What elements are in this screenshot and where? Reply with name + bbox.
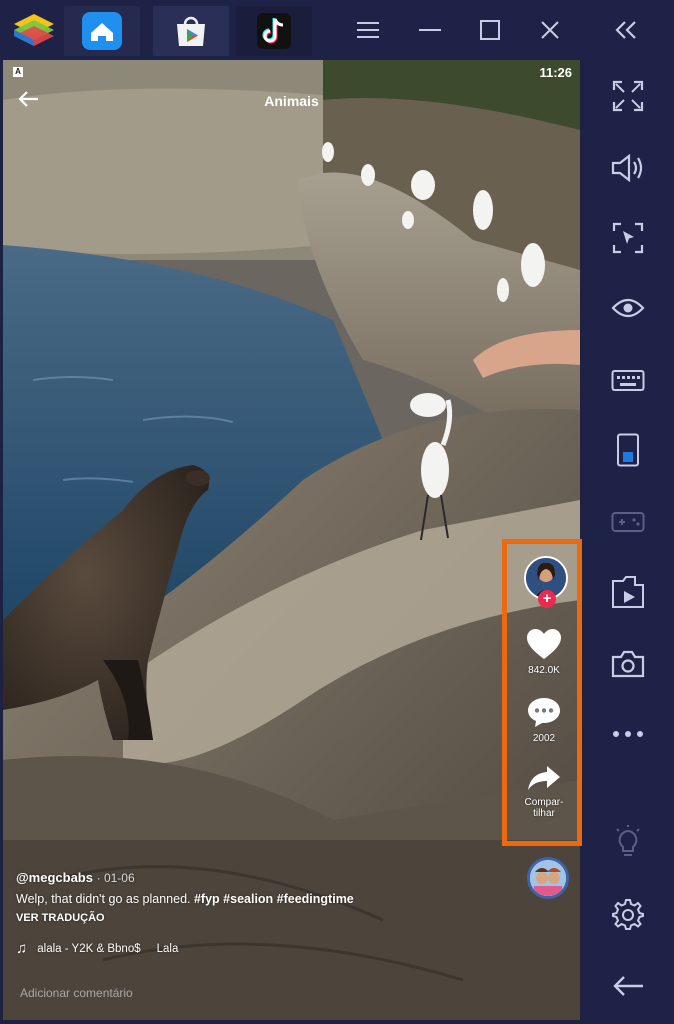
tab-home[interactable] [64,6,140,56]
caption-text: Welp, that didn't go as planned. [16,892,194,906]
maximize-button[interactable] [470,10,510,50]
comment-bubble-icon [528,698,560,727]
more-button[interactable] [608,714,648,754]
media-folder-icon [612,576,644,608]
tab-tiktok[interactable] [236,6,312,56]
minimize-icon [419,29,441,31]
volume-icon [611,154,643,182]
username[interactable]: @megcbabs [16,870,93,885]
music-disc-icon [530,860,566,896]
follow-button[interactable]: + [538,590,556,608]
gamepad-icon [611,512,645,532]
pointer-lock-button[interactable] [608,218,648,258]
post-date: · 01-06 [96,871,135,885]
back-button[interactable] [608,966,648,1006]
phone-icon [617,433,639,467]
emulator-window: A 11:26 Animais @megcbabs · 01-06 Welp, … [0,0,674,1024]
comment-button[interactable]: 2002 [512,696,576,744]
heart-icon [527,629,561,659]
like-count: 842.0K [528,665,560,676]
video-author[interactable]: @megcbabs · 01-06 [16,870,135,885]
comment-count: 2002 [532,733,556,744]
page-title: Animais [264,93,319,109]
like-button[interactable]: 842.0K [512,628,576,676]
comment-input[interactable]: Adicionar comentário [20,986,133,1000]
emulator-sidebar [583,60,674,1024]
collapse-sidebar-button[interactable] [606,10,646,50]
play-store-icon [177,16,205,46]
music-title: alala - Y2K & Bbno$ [37,942,141,955]
close-icon [541,21,559,39]
gear-icon [612,899,644,930]
title-bar [0,0,674,60]
video-caption: Welp, that didn't go as planned. #fyp #s… [16,892,354,906]
screenshot-button[interactable] [608,644,648,684]
close-button[interactable] [530,10,570,50]
hamburger-icon [357,22,379,38]
minimize-button[interactable] [410,10,450,50]
camera-icon [611,650,645,678]
lightbulb-icon [616,825,640,856]
bluestacks-logo [14,14,54,46]
music-note-icon: ♫ [16,940,28,957]
pointer-lock-icon [612,222,644,254]
eye-icon [611,298,645,318]
tiktok-icon [257,13,291,49]
music-title-scroll: Lala [156,942,179,955]
keyboard-icon [611,370,645,391]
fullscreen-button[interactable] [608,76,648,116]
fullscreen-icon [612,80,644,112]
tiktok-video-screen[interactable]: A 11:26 Animais @megcbabs · 01-06 Welp, … [3,60,580,1020]
arrow-left-icon [613,976,643,996]
home-icon [82,12,122,50]
double-chevron-left-icon [615,21,636,39]
menu-button[interactable] [348,10,388,50]
translate-link[interactable]: VER TRADUÇÃO [16,912,105,924]
share-label-line2: tilhar [533,808,555,819]
music-disc[interactable] [527,857,569,899]
share-button[interactable]: Compar- tilhar [512,764,576,819]
status-notification-icon: A [13,67,23,77]
rotate-button[interactable] [608,430,648,470]
status-time: 11:26 [539,65,572,80]
eye-button[interactable] [608,288,648,328]
settings-button[interactable] [608,894,648,934]
tab-play-store[interactable] [153,6,229,56]
gamepad-button[interactable] [608,502,648,542]
more-dots-icon [613,731,643,737]
tips-button[interactable] [608,822,648,862]
share-label-line1: Compar- [524,797,564,808]
music-info[interactable]: ♫ alala - Y2K & Bbno$ Lala [16,940,178,957]
keyboard-button[interactable] [608,360,648,400]
volume-button[interactable] [608,148,648,188]
share-arrow-icon [528,766,560,790]
media-manager-button[interactable] [608,572,648,612]
caption-hashtags[interactable]: #fyp #sealion #feedingtime [194,892,354,906]
maximize-icon [480,20,500,40]
